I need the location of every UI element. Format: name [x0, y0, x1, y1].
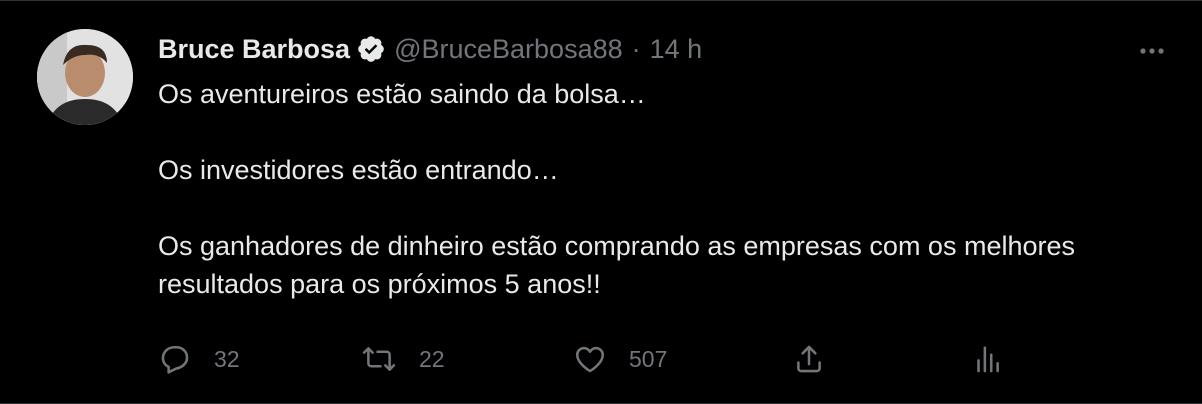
tweet-actions: 32 22 507 [158, 337, 1018, 381]
analytics-button[interactable] [970, 337, 1004, 381]
more-options-button[interactable] [1132, 33, 1172, 69]
verified-badge-icon [356, 34, 386, 64]
like-count: 507 [629, 345, 668, 372]
retweet-icon [361, 342, 397, 376]
timestamp[interactable]: 14 h [650, 34, 703, 65]
reply-count: 32 [214, 345, 240, 372]
like-button[interactable]: 507 [573, 337, 667, 381]
tweet-text: Os aventureiros estão saindo da bolsa… O… [158, 75, 1172, 303]
more-icon [1139, 42, 1165, 60]
avatar[interactable] [37, 29, 133, 125]
tweet-paragraph: Os investidores estão entrando… [158, 155, 559, 185]
share-button[interactable] [792, 337, 826, 381]
tweet-paragraph: Os ganhadores de dinheiro estão comprand… [158, 231, 1075, 299]
reply-icon [158, 342, 192, 376]
tweet-card[interactable]: Bruce Barbosa @BruceBarbosa88 · 14 h Os … [0, 0, 1202, 404]
display-name[interactable]: Bruce Barbosa [158, 34, 350, 65]
tweet-paragraph: Os aventureiros estão saindo da bolsa… [158, 79, 646, 109]
retweet-button[interactable]: 22 [361, 337, 445, 381]
tweet-header: Bruce Barbosa @BruceBarbosa88 · 14 h [158, 31, 1172, 67]
reply-button[interactable]: 32 [158, 337, 240, 381]
separator-dot: · [631, 33, 641, 64]
heart-icon [573, 342, 607, 376]
tweet-content: Bruce Barbosa @BruceBarbosa88 · 14 h Os … [158, 31, 1172, 303]
analytics-icon [970, 342, 1004, 376]
user-handle[interactable]: @BruceBarbosa88 [394, 34, 623, 65]
retweet-count: 22 [419, 345, 445, 372]
share-icon [792, 342, 826, 376]
